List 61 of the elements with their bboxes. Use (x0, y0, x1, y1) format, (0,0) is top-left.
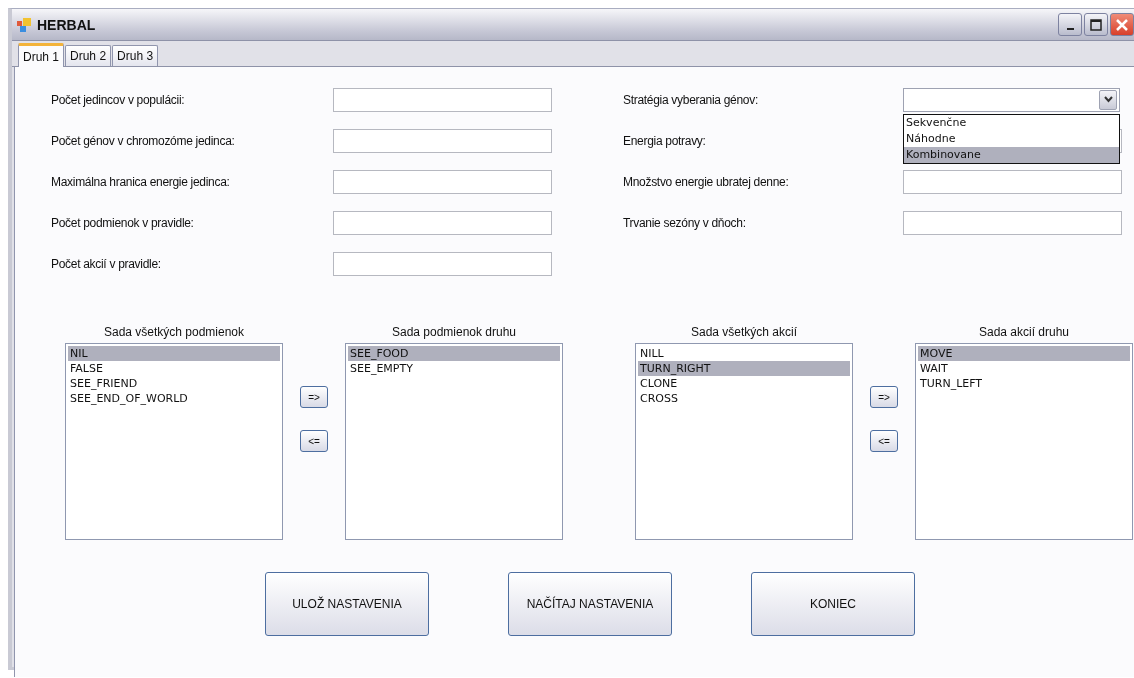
list-item[interactable]: FALSE (68, 361, 280, 376)
chevron-down-icon (1103, 96, 1113, 103)
maximize-button[interactable] (1084, 13, 1108, 36)
field-label: Počet jedincov v populácii: (51, 92, 186, 107)
text-field[interactable] (333, 251, 552, 276)
field-label: Trvanie sezóny v dňoch: (623, 215, 747, 230)
dropdown-option[interactable]: Náhodne (904, 130, 1119, 147)
minimize-button[interactable] (1058, 13, 1082, 36)
text-field[interactable] (903, 210, 1122, 235)
field-label: Počet génov v chromozóme jedinca: (51, 133, 236, 148)
list-item[interactable]: CLONE (638, 376, 850, 391)
tab[interactable]: Druh 3 (112, 45, 159, 66)
field-label: Energia potravy: (623, 133, 707, 148)
tab[interactable]: Druh 1 (18, 43, 65, 67)
list-item[interactable]: CROSS (638, 391, 850, 406)
list-item[interactable]: NIL (68, 346, 280, 361)
list-box[interactable]: MOVE WAIT TURN_LEFT (915, 343, 1133, 540)
transfer-button[interactable]: <= (870, 430, 898, 452)
close-icon (1116, 18, 1128, 31)
list-item[interactable]: SEE_FRIEND (68, 376, 280, 391)
list-item[interactable]: MOVE (918, 346, 1130, 361)
list-item[interactable]: TURN_RIGHT (638, 361, 850, 376)
field-label: Počet podmienok v pravidle: (51, 215, 195, 230)
text-field[interactable] (333, 210, 552, 235)
minimize-icon (1066, 27, 1074, 30)
list-title: Sada všetkých akcií (690, 325, 798, 339)
window-title: HERBAL (37, 16, 96, 33)
dropdown-option[interactable]: Kombinovane (904, 146, 1119, 163)
text-field[interactable] (903, 169, 1122, 194)
list-title: Sada podmienok druhu (391, 325, 517, 339)
dropdown-field[interactable] (903, 87, 1120, 112)
field-label: Maximálna hranica energie jedinca: (51, 174, 231, 189)
dropdown-option[interactable]: Sekvenčne (904, 114, 1119, 131)
transfer-button[interactable]: => (300, 386, 328, 408)
list-title: Sada akcií druhu (978, 325, 1070, 339)
field-label: Stratégia vyberania génov: (623, 92, 759, 107)
text-field[interactable] (333, 169, 552, 194)
list-item[interactable]: NILL (638, 346, 850, 361)
list-box[interactable]: SEE_FOOD SEE_EMPTY (345, 343, 563, 540)
list-box[interactable]: NIL FALSE SEE_FRIEND SEE_END_OF_WORLD (65, 343, 283, 540)
action-button[interactable]: NAČÍTAJ NASTAVENIA (508, 572, 672, 636)
list-item[interactable]: TURN_LEFT (918, 376, 1130, 391)
tab[interactable]: Druh 2 (65, 45, 112, 66)
list-item[interactable]: SEE_FOOD (348, 346, 560, 361)
list-item[interactable]: WAIT (918, 361, 1130, 376)
maximize-icon (1090, 18, 1102, 31)
close-button[interactable] (1110, 13, 1134, 36)
list-item[interactable]: SEE_EMPTY (348, 361, 560, 376)
action-button[interactable]: KONIEC (751, 572, 915, 636)
field-label: Množstvo energie ubratej denne: (623, 174, 790, 189)
field-label: Počet akcií v pravidle: (51, 256, 162, 271)
list-title: Sada všetkých podmienok (103, 325, 245, 339)
dropdown-button[interactable] (1099, 89, 1117, 110)
list-box[interactable]: NILL TURN_RIGHT CLONE CROSS (635, 343, 853, 540)
action-button[interactable]: ULOŽ NASTAVENIA (265, 572, 429, 636)
transfer-button[interactable]: <= (300, 430, 328, 452)
list-item[interactable]: SEE_END_OF_WORLD (68, 391, 280, 406)
app-icon (16, 16, 32, 33)
text-field[interactable] (333, 128, 552, 153)
transfer-button[interactable]: => (870, 386, 898, 408)
text-field[interactable] (333, 87, 552, 112)
